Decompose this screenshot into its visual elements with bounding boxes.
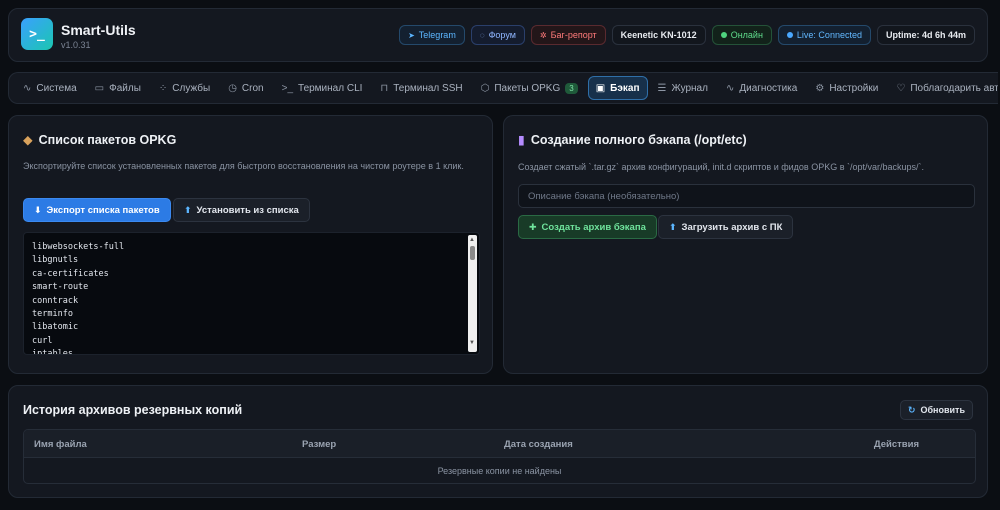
forum-link[interactable]: ◌ Форум	[470, 25, 525, 45]
scroll-up-icon: ▲	[469, 237, 475, 243]
upload-icon: ⬆	[184, 204, 192, 215]
tab-cron[interactable]: ◷ Cron	[220, 76, 271, 100]
activity-icon: ∿	[725, 82, 735, 94]
package-list-item: ca-certificates	[32, 268, 109, 279]
lock-icon: ⊓	[380, 82, 389, 94]
backup-history-table: Имя файла Размер Дата создания Действия …	[23, 429, 976, 484]
install-from-list-button[interactable]: ⬆ Установить из списка	[173, 198, 310, 222]
package-list-scrollbar[interactable]: ▲ ▼	[468, 235, 477, 352]
chat-bubble-icon: ◌	[479, 30, 485, 40]
empty-state-message: Резервные копии не найдены	[437, 466, 562, 476]
telegram-icon: ➤	[408, 30, 415, 40]
column-filename: Имя файла	[34, 439, 87, 450]
main-tabs: ∿ Система ▭ Файлы ⁘ Службы ◷ Cron >_ Терминал…	[8, 72, 998, 104]
tab-settings[interactable]: ⚙ Настройки	[807, 76, 886, 100]
upload-icon: ⬆	[669, 221, 677, 232]
full-backup-card: ▮ Создание полного бэкапа (/opt/etc) Соз…	[503, 115, 988, 374]
history-title: История архивов резервных копий	[23, 403, 243, 417]
opkg-card-title: ◆ Список пакетов OPKG	[23, 132, 177, 148]
opkg-description: Экспортируйте список установленных пакет…	[23, 161, 464, 171]
column-actions: Действия	[873, 439, 919, 450]
uptime-badge: Uptime: 4d 6h 44m	[876, 25, 975, 45]
device-model-badge: Keenetic KN-1012	[611, 25, 706, 45]
package-list-item: curl	[32, 335, 53, 346]
clock-icon: ◷	[228, 82, 237, 94]
terminal-logo-icon: >_	[21, 18, 53, 50]
scroll-down-icon: ▼	[469, 340, 475, 346]
backup-history-card: История архивов резервных копий ↻ Обнови…	[8, 385, 988, 498]
create-backup-button[interactable]: ✚ Создать архив бэкапа	[518, 215, 657, 239]
upload-backup-button[interactable]: ⬆ Загрузить архив с ПК	[658, 215, 794, 239]
package-list-item: libwebsockets-full	[32, 242, 125, 252]
status-dot-icon	[720, 32, 727, 38]
package-list-item: terminfo	[32, 308, 73, 319]
opkg-list-card: ◆ Список пакетов OPKG Экспортируйте спис…	[8, 115, 493, 374]
bug-icon: ✲	[539, 30, 547, 40]
tab-thanks[interactable]: ♡Поблагодарить автора	[888, 76, 998, 100]
package-box-icon: ◆	[23, 133, 33, 147]
package-list-textarea[interactable]: libwebsockets-full libgnutls ca-certificat…	[23, 232, 480, 355]
header-badges: ➤ Telegram ◌ Форум ✲ Баг-репорт Keenetic…	[399, 25, 975, 45]
telegram-link[interactable]: ➤ Telegram	[399, 25, 465, 45]
download-icon: ⬇	[34, 204, 42, 215]
scrollbar-thumb[interactable]	[470, 246, 475, 260]
opkg-count-badge: 3	[565, 82, 578, 94]
heart-icon: ♡	[896, 82, 906, 94]
column-size: Размер	[302, 439, 337, 450]
package-list-item: libgnutls	[32, 255, 79, 266]
live-connection-badge: Live: Connected	[777, 25, 871, 45]
tab-system[interactable]: ∿ Система	[15, 76, 85, 100]
refresh-icon: ↻	[907, 404, 916, 415]
tab-services[interactable]: ⁘ Службы	[151, 76, 218, 100]
backup-card-title: ▮ Создание полного бэкапа (/opt/etc)	[518, 132, 747, 148]
package-list-item: libatomic	[32, 322, 79, 333]
online-status-badge: Онлайн	[711, 25, 772, 45]
gear-icon: ⚙	[815, 82, 825, 94]
package-list-item: iptables	[32, 349, 73, 355]
refresh-button[interactable]: ↻ Обновить	[899, 400, 973, 420]
table-header: Имя файла Размер Дата создания Действия	[24, 430, 975, 458]
backup-description-input[interactable]	[518, 184, 975, 208]
app-version: v1.0.31	[61, 40, 91, 50]
folder-icon: ▭	[94, 82, 105, 94]
list-icon: ☰	[657, 82, 667, 94]
package-list-item: conntrack	[32, 295, 79, 306]
terminal-icon: >_	[281, 82, 294, 94]
tab-terminal-ssh[interactable]: ⊓ Терминал SSH	[372, 76, 470, 100]
status-dot-icon	[786, 32, 793, 38]
app-header: >_ Smart-Utils v1.0.31 ➤ Telegram ◌ Фору…	[8, 8, 988, 62]
backup-description: Создает сжатый `.tar.gz` архив конфигура…	[518, 162, 925, 172]
tab-opkg[interactable]: ⬡ Пакеты OPKG 3	[473, 76, 586, 100]
bug-report-link[interactable]: ✲ Баг-репорт	[530, 25, 606, 45]
save-icon: ▣	[595, 82, 606, 94]
loader-icon: ⁘	[158, 82, 168, 94]
tab-files[interactable]: ▭ Файлы	[87, 76, 149, 100]
column-created: Дата создания	[504, 439, 573, 450]
export-packages-button[interactable]: ⬇ Экспорт списка пакетов	[23, 198, 171, 222]
package-list-item: smart-route	[32, 282, 89, 293]
tab-diagnostics[interactable]: ∿ Диагностика	[718, 76, 805, 100]
pulse-icon: ∿	[23, 82, 32, 94]
package-icon: ⬡	[480, 82, 490, 94]
tab-terminal-cli[interactable]: >_ Терминал CLI	[274, 76, 371, 100]
tab-journal[interactable]: ☰ Журнал	[650, 76, 716, 100]
plus-icon: ✚	[529, 221, 537, 232]
app-title: Smart-Utils	[61, 22, 136, 38]
archive-icon: ▮	[518, 133, 525, 147]
tab-backup[interactable]: ▣ Бэкап	[587, 76, 648, 100]
